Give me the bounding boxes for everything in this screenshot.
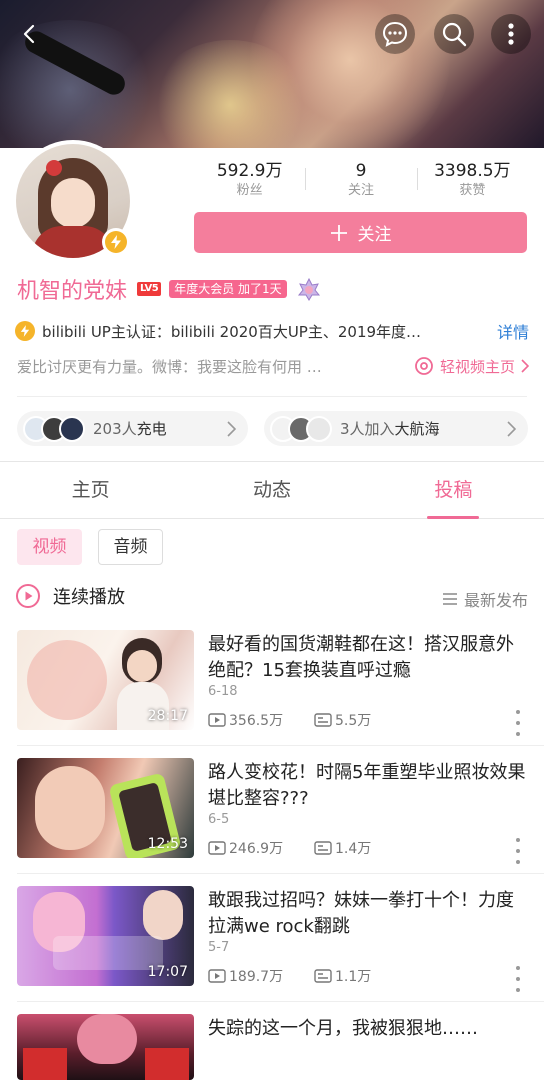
- certification-text: bilibili UP主认证：bilibili 2020百大UP主、2019年度…: [42, 322, 422, 341]
- divider: [17, 745, 544, 746]
- charge-pill[interactable]: 203人充电: [17, 411, 248, 446]
- light-video-link[interactable]: 轻视频主页: [414, 356, 529, 377]
- video-date: 6-5: [208, 812, 230, 827]
- video-duration: 28:17: [147, 708, 188, 724]
- stat-value: 9: [355, 161, 367, 181]
- avatar: [306, 415, 332, 442]
- video-thumbnail[interactable]: 28:17: [17, 630, 194, 730]
- video-title[interactable]: 失踪的这一个月，我被狠狠地……: [208, 1016, 530, 1042]
- back-button[interactable]: [10, 14, 50, 54]
- subtab-audio[interactable]: 音频: [98, 529, 163, 565]
- play-count-icon: [208, 841, 226, 855]
- profile-stats: 592.9万 粉丝 9 关注 3398.5万 获赞: [194, 160, 528, 202]
- video-duration: 17:07: [147, 964, 188, 980]
- verified-badge: [102, 228, 130, 256]
- video-date: 5-7: [208, 940, 230, 955]
- message-icon: [382, 21, 408, 47]
- stat-value: 3398.5万: [434, 161, 511, 181]
- certification-row: bilibili UP主认证：bilibili 2020百大UP主、2019年度…: [15, 319, 529, 343]
- list-icon: [442, 593, 457, 605]
- light-video-icon: [415, 357, 433, 375]
- chevron-right-icon: [521, 359, 529, 373]
- play-count-icon: [208, 969, 226, 983]
- level-badge: LV5: [137, 282, 162, 296]
- danmaku-icon: [314, 969, 332, 983]
- video-title[interactable]: 路人变校花！时隔5年重塑毕业照妆效果堪比整容???: [208, 760, 530, 812]
- tab-dynamics[interactable]: 动态: [181, 462, 362, 518]
- follow-button[interactable]: 关注: [194, 212, 527, 253]
- chevron-right-icon: [507, 420, 516, 437]
- username: 机智的党妹: [17, 279, 128, 304]
- danmaku-count: 5.5万: [335, 713, 372, 729]
- stat-label: 粉丝: [236, 183, 263, 198]
- video-item[interactable]: 17:07 敢跟我过招吗？妹妹一拳打十个！力度拉满we rock翻跳 5-7 1…: [0, 886, 544, 1014]
- danmaku-count: 1.1万: [335, 969, 372, 985]
- charge-text: 203人充电: [93, 420, 167, 438]
- more-vertical-icon[interactable]: [512, 838, 524, 864]
- medal-icon[interactable]: [295, 275, 323, 303]
- stat-fans[interactable]: 592.9万 粉丝: [194, 160, 305, 202]
- lightning-icon: [15, 321, 35, 341]
- fleet-text: 3人加入大航海: [340, 420, 440, 438]
- search-icon: [442, 22, 467, 47]
- video-thumbnail[interactable]: 17:07: [17, 886, 194, 986]
- certification-details-link[interactable]: 详情: [497, 319, 529, 343]
- video-title[interactable]: 最好看的国货潮鞋都在这！搭汉服意外绝配？15套换装直呼过瘾: [208, 632, 530, 684]
- light-video-label: 轻视频主页: [439, 357, 515, 376]
- video-date: 6-18: [208, 684, 238, 699]
- sort-label: 最新发布: [463, 591, 528, 610]
- divider: [17, 396, 527, 397]
- stat-label: 关注: [347, 183, 374, 198]
- avatar: [59, 415, 85, 442]
- play-all-button[interactable]: 连续播放: [15, 583, 125, 609]
- divider: [17, 1001, 544, 1002]
- danmaku-count: 1.4万: [335, 841, 372, 857]
- plus-icon: [330, 224, 347, 241]
- view-count: 189.7万: [229, 969, 284, 985]
- video-thumbnail[interactable]: [17, 1014, 194, 1080]
- view-count: 246.9万: [229, 841, 284, 857]
- signature-text[interactable]: 爱比讨厌更有力量。微博：我要这脸有何用 …: [17, 356, 379, 377]
- stat-following[interactable]: 9 关注: [305, 160, 416, 202]
- profile-tabs: 主页 动态 投稿: [0, 462, 544, 519]
- follow-label: 关注: [357, 225, 392, 245]
- more-button[interactable]: [491, 14, 531, 54]
- stat-likes[interactable]: 3398.5万 获赞: [416, 160, 528, 202]
- video-duration: 12:53: [147, 836, 188, 852]
- tab-submissions[interactable]: 投稿: [363, 462, 544, 519]
- video-item[interactable]: 12:53 路人变校花！时隔5年重塑毕业照妆效果堪比整容??? 6-5 246.…: [0, 758, 544, 886]
- danmaku-icon: [314, 713, 332, 727]
- signature-row: 爱比讨厌更有力量。微博：我要这脸有何用 … 轻视频主页: [17, 354, 529, 378]
- search-button[interactable]: [434, 14, 474, 54]
- fleet-pill[interactable]: 3人加入大航海: [264, 411, 528, 446]
- tab-home[interactable]: 主页: [0, 462, 181, 518]
- video-title[interactable]: 敢跟我过招吗？妹妹一拳打十个！力度拉满we rock翻跳: [208, 888, 530, 940]
- vip-badge[interactable]: 年度大会员 加了1天: [169, 280, 287, 298]
- view-count: 356.5万: [229, 713, 284, 729]
- video-thumbnail[interactable]: 12:53: [17, 758, 194, 858]
- video-stats: 246.9万 1.4万: [208, 838, 420, 858]
- video-stats: 189.7万 1.1万: [208, 966, 420, 986]
- chevron-right-icon: [227, 420, 236, 437]
- danmaku-icon: [314, 841, 332, 855]
- lightning-icon: [111, 235, 121, 249]
- stat-label: 获赞: [459, 183, 486, 198]
- more-vertical-icon: [508, 23, 514, 45]
- play-circle-icon: [16, 584, 40, 608]
- stat-value: 592.9万: [216, 161, 283, 181]
- divider: [17, 873, 544, 874]
- message-button[interactable]: [375, 14, 415, 54]
- sort-button[interactable]: 最新发布: [442, 587, 528, 611]
- video-item[interactable]: 28:17 最好看的国货潮鞋都在这！搭汉服意外绝配？15套换装直呼过瘾 6-18…: [0, 630, 544, 758]
- play-all-label: 连续播放: [53, 587, 125, 608]
- chevron-left-icon: [23, 24, 35, 44]
- more-vertical-icon[interactable]: [512, 966, 524, 992]
- video-stats: 356.5万 5.5万: [208, 710, 420, 730]
- play-count-icon: [208, 713, 226, 727]
- more-vertical-icon[interactable]: [512, 710, 524, 736]
- name-row: 机智的党妹 LV5 年度大会员 加了1天: [17, 274, 323, 304]
- subtab-video[interactable]: 视频: [17, 529, 82, 565]
- video-item[interactable]: 失踪的这一个月，我被狠狠地……: [0, 1014, 544, 1080]
